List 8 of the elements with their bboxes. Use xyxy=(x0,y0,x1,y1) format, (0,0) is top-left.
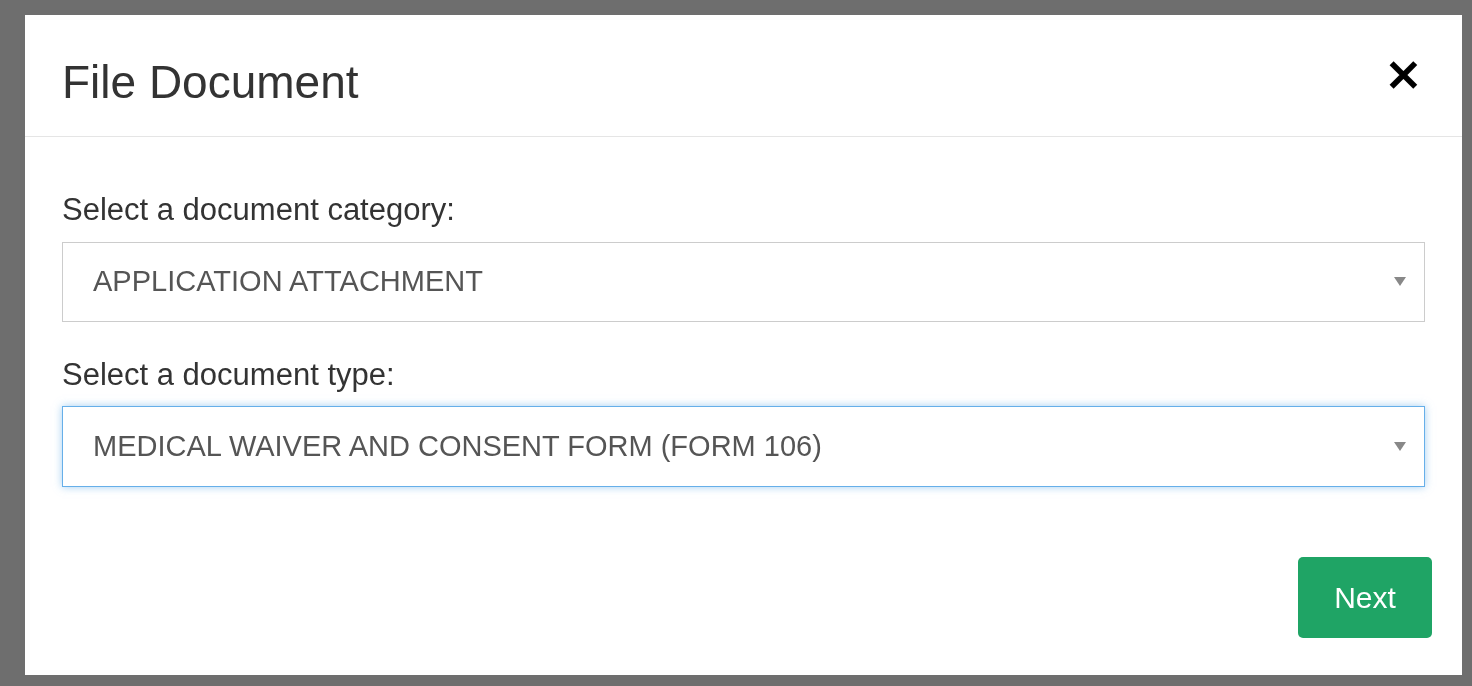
caret-icon xyxy=(1394,442,1406,451)
close-button[interactable]: ✕ xyxy=(1385,53,1422,98)
field-label: Select a document category: xyxy=(62,191,456,229)
dialog-title: File Document xyxy=(62,55,359,110)
dropdown[interactable]: MEDICAL WAIVER AND CONSENT FORM (FORM 106) xyxy=(62,406,1425,487)
field-label: Select a document type: xyxy=(62,355,396,394)
caret-icon xyxy=(1394,277,1406,286)
dropdown[interactable]: APPLICATION ATTACHMENT xyxy=(62,241,1425,322)
